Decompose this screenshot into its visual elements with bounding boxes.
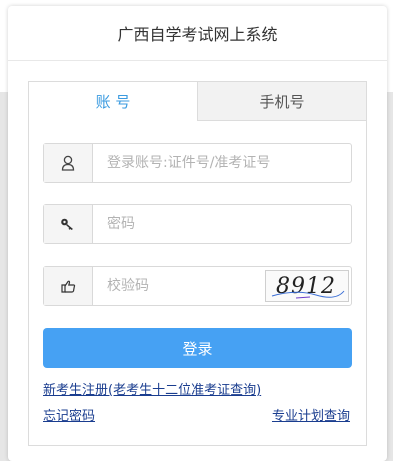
register-link[interactable]: 新考生注册(老考生十二位准考证查询): [43, 379, 261, 398]
login-card: 账 号 手机号 登录账号:证件号/准考证号 校验码 8912 登录 新考生注册(…: [28, 81, 367, 446]
page-title: 广西自学考试网上系统: [8, 6, 387, 61]
captcha-field: 8912: [43, 266, 352, 306]
major-plan-link[interactable]: 专业计划查询: [272, 405, 350, 424]
tab-mobile[interactable]: 手机号: [197, 82, 366, 121]
account-input[interactable]: [93, 144, 351, 182]
login-panel: 广西自学考试网上系统 账 号 手机号 登录账号:证件号/准考证号 校验码 891…: [8, 6, 387, 461]
login-button[interactable]: 登录: [43, 328, 352, 368]
captcha-image[interactable]: 8912: [265, 270, 349, 302]
forgot-password-link[interactable]: 忘记密码: [43, 405, 95, 424]
login-tabs: 账 号 手机号: [29, 82, 366, 121]
hand-pointer-icon: [44, 267, 93, 305]
password-input[interactable]: [93, 205, 351, 243]
captcha-text: 8912: [276, 274, 336, 299]
key-icon: [44, 205, 93, 243]
account-field: [43, 143, 352, 183]
user-icon: [44, 144, 93, 182]
tab-account[interactable]: 账 号: [29, 82, 197, 121]
password-field: [43, 204, 352, 244]
